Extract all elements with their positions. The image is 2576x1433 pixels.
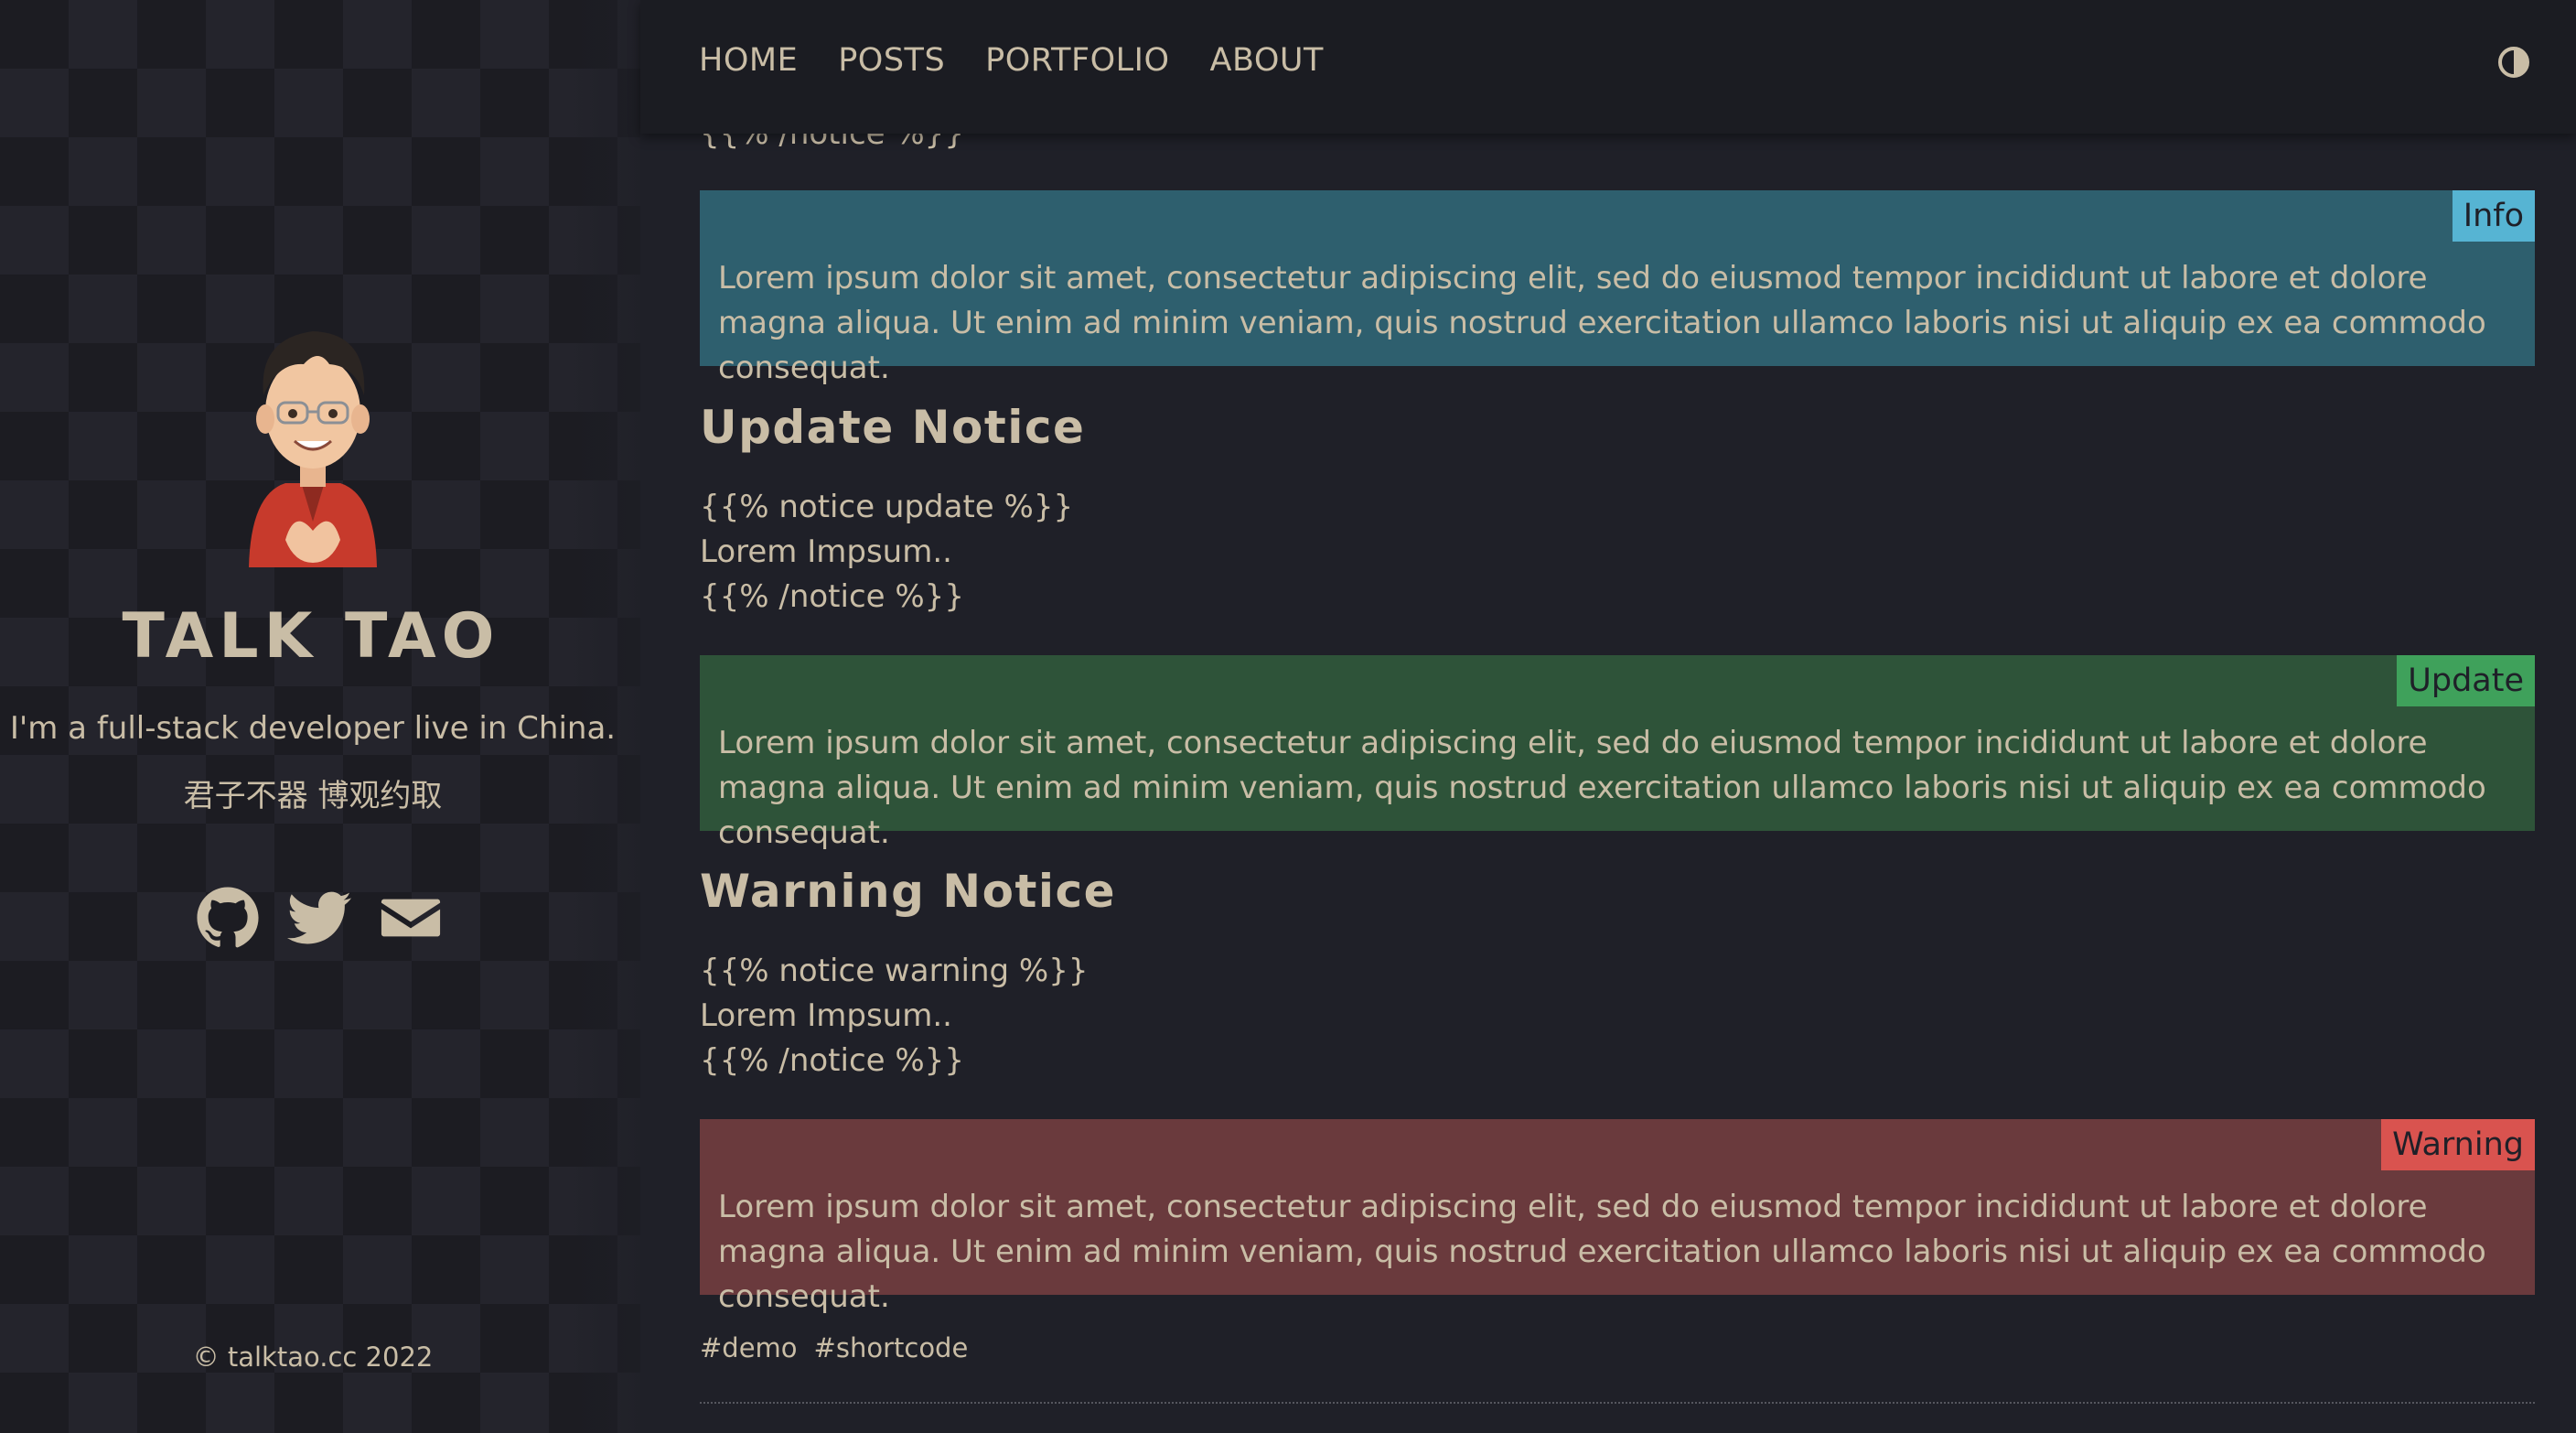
copyright: © talktao.cc 2022 bbox=[192, 1341, 434, 1373]
notice-info: Info Lorem ipsum dolor sit amet, consect… bbox=[700, 190, 2535, 386]
twitter-icon[interactable] bbox=[287, 886, 351, 950]
tag-demo[interactable]: #demo bbox=[700, 1332, 798, 1363]
notice-badge-update: Update bbox=[2397, 655, 2535, 706]
nav-home[interactable]: HOME bbox=[699, 42, 798, 79]
github-icon[interactable] bbox=[196, 886, 260, 950]
divider bbox=[700, 1402, 2535, 1404]
code-line: {{% /notice %}} bbox=[700, 1042, 964, 1079]
main-nav: HOME POSTS PORTFOLIO ABOUT bbox=[699, 42, 1324, 79]
site-tagline: I'm a full-stack developer live in China… bbox=[9, 710, 617, 747]
notice-badge-warning: Warning bbox=[2381, 1119, 2535, 1170]
notice-badge-info: Info bbox=[2452, 190, 2535, 242]
top-navbar: HOME POSTS PORTFOLIO ABOUT bbox=[640, 0, 2576, 134]
site-motto: 君子不器 博观约取 bbox=[183, 778, 443, 814]
sidebar: TALK TAO I'm a full-stack developer live… bbox=[0, 0, 640, 1433]
code-line: Lorem Impsum.. bbox=[700, 997, 952, 1034]
tag-shortcode[interactable]: #shortcode bbox=[814, 1332, 969, 1363]
code-line: {{% notice warning %}} bbox=[700, 953, 1089, 989]
contrast-icon[interactable] bbox=[2497, 46, 2530, 79]
heading-update-notice: Update Notice bbox=[700, 401, 1086, 454]
social-links bbox=[196, 886, 443, 950]
post-tags: #demo #shortcode bbox=[700, 1332, 968, 1363]
avatar bbox=[249, 331, 377, 567]
notice-update: Update Lorem ipsum dolor sit amet, conse… bbox=[700, 655, 2535, 851]
nav-posts[interactable]: POSTS bbox=[838, 42, 945, 79]
code-line: {{% notice update %}} bbox=[700, 489, 1074, 525]
code-line: Lorem Impsum.. bbox=[700, 533, 952, 570]
nav-portfolio[interactable]: PORTFOLIO bbox=[985, 42, 1169, 79]
site-title[interactable]: TALK TAO bbox=[0, 600, 622, 673]
heading-warning-notice: Warning Notice bbox=[700, 865, 1117, 918]
post-content: {{% /notice %}} Info Lorem ipsum dolor s… bbox=[700, 0, 2535, 1433]
notice-body: Lorem ipsum dolor sit amet, consectetur … bbox=[718, 260, 2486, 386]
mail-icon[interactable] bbox=[379, 886, 443, 950]
notice-warning: Warning Lorem ipsum dolor sit amet, cons… bbox=[700, 1119, 2535, 1315]
notice-body: Lorem ipsum dolor sit amet, consectetur … bbox=[718, 725, 2486, 851]
notice-body: Lorem ipsum dolor sit amet, consectetur … bbox=[718, 1189, 2486, 1315]
code-line: {{% /notice %}} bbox=[700, 578, 964, 615]
nav-about[interactable]: ABOUT bbox=[1210, 42, 1324, 79]
